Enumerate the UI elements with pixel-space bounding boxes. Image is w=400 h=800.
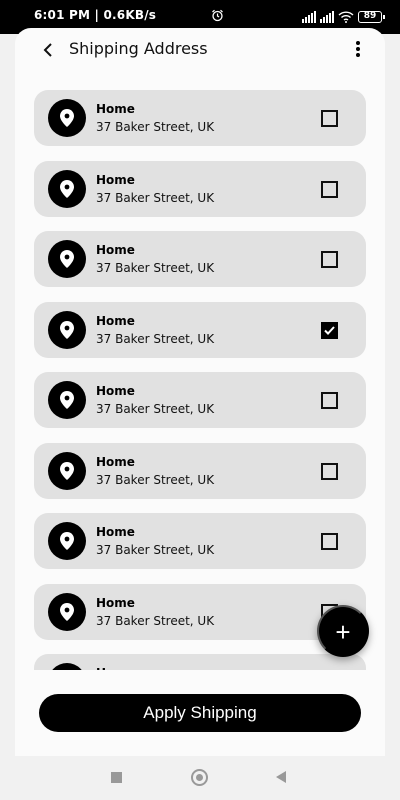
home-icon[interactable] xyxy=(191,769,208,786)
address-line: 37 Baker Street, UK xyxy=(96,261,215,275)
address-checkbox[interactable] xyxy=(321,180,338,198)
location-pin-icon xyxy=(48,310,86,349)
address-line: 37 Baker Street, UK xyxy=(96,402,215,416)
location-pin-icon xyxy=(48,592,86,631)
location-pin-icon xyxy=(48,381,86,419)
location-pin-icon xyxy=(48,522,86,560)
address-item[interactable]: Home37 Baker Street, UK xyxy=(34,654,366,670)
status-time: 6:01 PM | 0.6KB/s xyxy=(34,8,157,22)
add-address-button[interactable]: + xyxy=(317,605,369,657)
page-title: Shipping Address xyxy=(69,39,208,58)
address-checkbox[interactable] xyxy=(321,392,338,409)
location-pin-icon xyxy=(48,240,86,278)
back-arrow-icon[interactable] xyxy=(39,40,59,60)
status-icons: 89 xyxy=(211,7,385,26)
address-checkbox[interactable] xyxy=(321,462,338,480)
address-name: Home xyxy=(96,454,135,469)
address-item[interactable]: Home 37 Baker Street, UK xyxy=(34,372,366,428)
apply-shipping-button[interactable]: Apply Shipping xyxy=(39,694,361,732)
address-name: Home xyxy=(96,666,135,670)
address-item[interactable]: Home 37 Baker Street, UK xyxy=(34,301,366,358)
address-name: Home xyxy=(96,102,135,116)
system-navigation-bar xyxy=(0,756,400,800)
shipping-address-screen: Shipping Address Home 37 Baker Street, UK… xyxy=(15,28,385,756)
address-name: Home xyxy=(96,525,135,539)
location-pin-icon xyxy=(48,451,86,490)
address-item[interactable]: Home 37 Baker Street, UK xyxy=(34,513,366,569)
location-pin-icon xyxy=(48,99,86,137)
address-checkbox[interactable] xyxy=(321,533,338,550)
address-item[interactable]: Home 37 Baker Street, UK xyxy=(34,90,366,146)
address-name: Home xyxy=(96,172,135,187)
recents-icon[interactable] xyxy=(111,772,122,783)
signal-icon-2 xyxy=(320,10,334,23)
app-header: Shipping Address xyxy=(15,28,385,74)
address-line: 37 Baker Street, UK xyxy=(96,543,215,557)
location-pin-icon xyxy=(48,169,86,208)
wifi-icon xyxy=(338,10,354,23)
address-line: 37 Baker Street, UK xyxy=(96,613,215,628)
address-item[interactable]: Home 37 Baker Street, UK xyxy=(34,231,366,287)
signal-icon xyxy=(302,10,316,23)
more-vertical-icon[interactable] xyxy=(353,39,363,59)
address-item[interactable]: Home 37 Baker Street, UK xyxy=(34,160,366,217)
address-name: Home xyxy=(96,313,135,328)
address-checkbox[interactable] xyxy=(321,110,338,127)
back-icon[interactable] xyxy=(276,771,286,783)
address-name: Home xyxy=(96,384,135,398)
address-list: Home 37 Baker Street, UK Home 37 Baker Stre… xyxy=(34,90,366,670)
address-line: 37 Baker Street, UK xyxy=(96,472,215,487)
address-name: Home xyxy=(96,243,135,257)
battery-icon: 89 xyxy=(358,10,385,23)
address-checkbox[interactable] xyxy=(321,321,338,339)
address-checkbox[interactable] xyxy=(321,251,338,268)
address-item[interactable]: Home 37 Baker Street, UK xyxy=(34,442,366,499)
address-line: 37 Baker Street, UK xyxy=(96,120,215,134)
address-line: 37 Baker Street, UK xyxy=(96,331,215,346)
location-pin-icon xyxy=(48,663,86,670)
alarm-icon xyxy=(211,7,224,26)
address-line: 37 Baker Street, UK xyxy=(96,190,215,205)
address-name: Home xyxy=(96,595,135,610)
